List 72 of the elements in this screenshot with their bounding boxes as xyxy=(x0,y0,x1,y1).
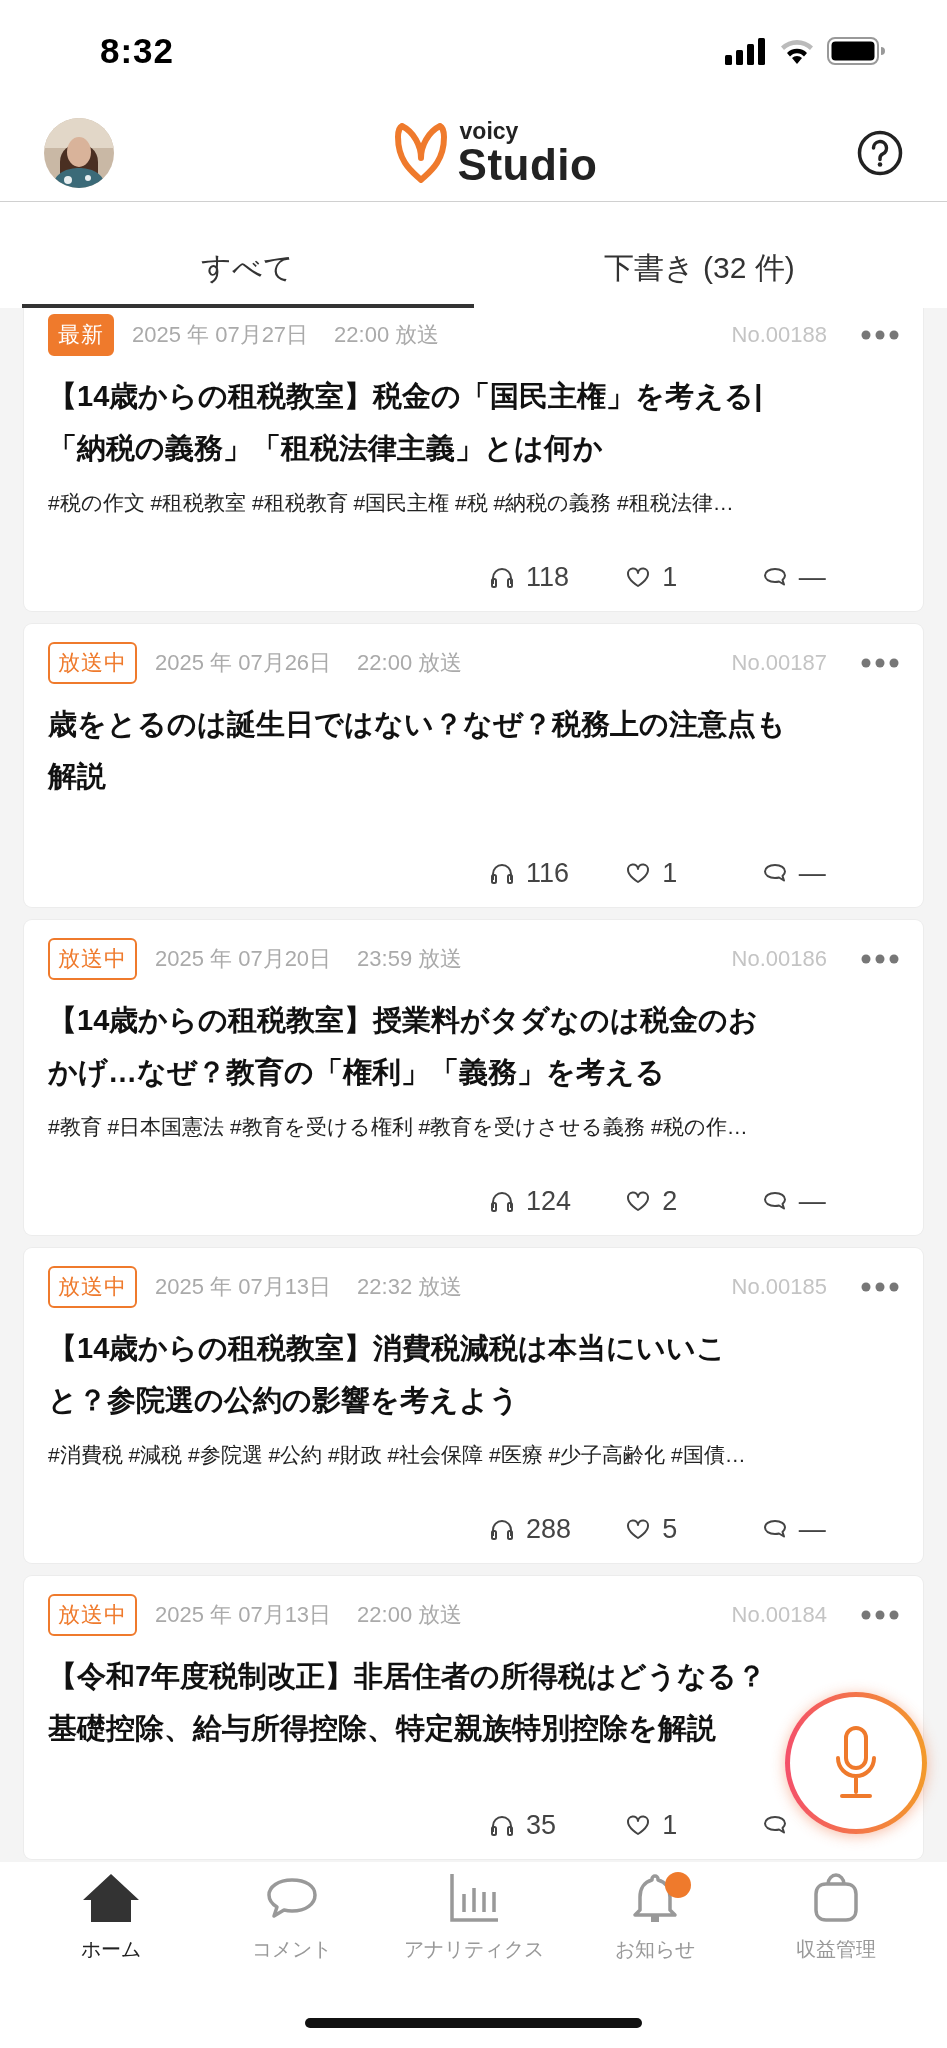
episode-title[interactable]: 【14歳からの租税教室】税金の「国民主権」を考える| 「納税の義務」「租税法律主義」とは何か xyxy=(48,370,763,474)
status-badge: 最新 xyxy=(48,314,114,356)
comment-icon[interactable] xyxy=(762,863,787,883)
comment-count: — xyxy=(798,1185,826,1217)
logo-icon xyxy=(393,123,448,183)
more-icon[interactable] xyxy=(861,330,899,340)
tab[interactable]: 下書き (32 件) xyxy=(473,202,925,308)
play-count: 288 xyxy=(526,1513,572,1545)
episode-title[interactable]: 【令和7年度税制改正】非居住者の所得税はどうなる？ 基礎控除、給与所得控除、特定親族特別控除を解説 xyxy=(48,1650,767,1754)
more-icon[interactable] xyxy=(861,658,899,668)
episode-title[interactable]: 歳をとるのは誕生日ではない？なぜ？税務上の注意点も 解説 xyxy=(48,698,786,802)
heart-icon[interactable] xyxy=(626,1518,651,1540)
episode-number: No.00184 xyxy=(731,1602,827,1628)
episode-number: No.00188 xyxy=(731,322,827,348)
heart-icon[interactable] xyxy=(626,1190,651,1212)
heart-icon[interactable] xyxy=(626,1814,651,1836)
heart-icon[interactable] xyxy=(626,566,651,588)
play-count: 118 xyxy=(526,561,570,593)
headphone-icon xyxy=(490,1190,514,1212)
comment-icon[interactable] xyxy=(762,1815,787,1835)
comment-icon[interactable] xyxy=(762,1191,787,1211)
headphone-icon xyxy=(490,862,514,884)
comment-count: — xyxy=(798,561,826,593)
date-text: 2025 年 07月27日 xyxy=(132,321,309,349)
status-badge: 放送中 xyxy=(48,1266,137,1308)
play-count: 124 xyxy=(526,1185,572,1217)
like-count: 1 xyxy=(662,857,678,889)
date-text: 2025 年 07月26日 xyxy=(155,649,332,677)
microphone-icon xyxy=(834,1726,878,1800)
hashtags: #消費税 #減税 #参院選 #公約 #財政 #社会保障 #医療 #少子高齢化 #国債… xyxy=(48,1442,747,1468)
help-icon[interactable] xyxy=(857,130,903,176)
time-text: 22:00 放送 xyxy=(357,649,463,677)
episode-number: No.00187 xyxy=(731,650,827,676)
date-text: 2025 年 07月13日 xyxy=(155,1601,332,1629)
like-count: 2 xyxy=(662,1185,678,1217)
more-icon[interactable] xyxy=(861,1610,899,1620)
status-badge: 放送中 xyxy=(48,938,137,980)
status-time: 8:32 xyxy=(100,30,175,71)
play-count: 35 xyxy=(526,1809,557,1841)
logo-small-text: voicy xyxy=(459,119,520,143)
comment-count: — xyxy=(798,1513,826,1545)
play-count: 116 xyxy=(526,857,570,889)
more-icon[interactable] xyxy=(861,1282,899,1292)
battery-icon xyxy=(827,36,885,65)
date-text: 2025 年 07月13日 xyxy=(155,1273,332,1301)
time-text: 22:32 放送 xyxy=(357,1273,463,1301)
like-count: 1 xyxy=(662,1809,678,1841)
episode-title[interactable]: 【14歳からの租税教室】消費税減税は本当にいいこ と？参院選の公約の影響を考えよう xyxy=(48,1322,727,1426)
comment-icon[interactable] xyxy=(762,1519,787,1539)
hashtags: #税の作文 #租税教室 #租税教育 #国民主権 #税 #納税の義務 #租税法律… xyxy=(48,490,735,516)
episode-number: No.00185 xyxy=(731,1274,827,1300)
episode-number: No.00186 xyxy=(731,946,827,972)
headphone-icon xyxy=(490,1814,514,1836)
comment-count: — xyxy=(798,857,826,889)
time-text: 22:00 放送 xyxy=(357,1601,463,1629)
heart-icon[interactable] xyxy=(626,862,651,884)
time-text: 22:00 放送 xyxy=(334,321,440,349)
headphone-icon xyxy=(490,566,514,588)
like-count: 5 xyxy=(662,1513,678,1545)
date-text: 2025 年 07月20日 xyxy=(155,945,332,973)
status-badge: 放送中 xyxy=(48,1594,137,1636)
nav-tab[interactable]: ホーム xyxy=(20,1870,202,1963)
episode-title[interactable]: 【14歳からの租税教室】授業料がタダなのは税金のお かげ…なぜ？教育の「権利」「義務」を考える xyxy=(48,994,759,1098)
comment-icon[interactable] xyxy=(762,567,787,587)
time-text: 23:59 放送 xyxy=(357,945,463,973)
hashtags: #教育 #日本国憲法 #教育を受ける権利 #教育を受けさせる義務 #税の作… xyxy=(48,1114,749,1140)
status-badge: 放送中 xyxy=(48,642,137,684)
like-count: 1 xyxy=(662,561,678,593)
more-icon[interactable] xyxy=(861,954,899,964)
signal-icon xyxy=(725,36,767,65)
wifi-icon xyxy=(779,37,815,64)
headphone-icon xyxy=(490,1518,514,1540)
